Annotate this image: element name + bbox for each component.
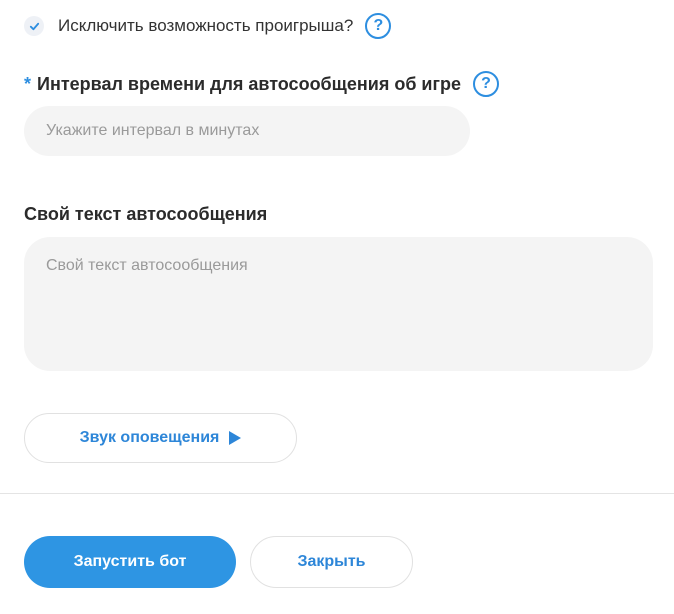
exclude-loss-row: Исключить возможность проигрыша? ? [24,13,392,39]
notification-sound-label: Звук оповещения [79,429,220,446]
notification-sound-button[interactable]: Звук оповещения [24,413,297,463]
exclude-loss-checkbox[interactable] [24,16,44,36]
exclude-loss-label: Исключить возможность проигрыша? [58,16,354,35]
launch-bot-button[interactable]: Запустить бот [24,536,236,588]
interval-label: Интервал времени для автосообщения об иг… [37,73,461,94]
close-button[interactable]: Закрыть [250,536,413,588]
play-icon [229,431,242,445]
custom-text-label: Свой текст автосообщения [24,203,268,224]
interval-input[interactable] [24,106,470,156]
bot-settings-form: Исключить возможность проигрыша? ? * Инт… [0,0,674,614]
footer-divider [0,493,674,494]
custom-text-label-row: Свой текст автосообщения [24,202,267,226]
question-circle-icon[interactable]: ? [365,13,392,39]
checkmark-icon [29,22,39,30]
required-mark: * [24,73,32,94]
interval-label-row: * Интервал времени для автосообщения об … [24,70,499,98]
custom-text-textarea[interactable] [24,237,653,371]
question-circle-icon[interactable]: ? [473,71,499,97]
